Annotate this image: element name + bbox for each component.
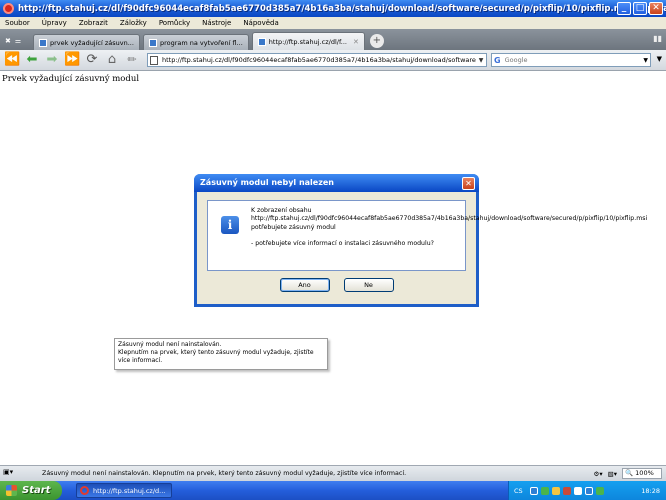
tooltip-line: Klepnutím na prvek, který tento zásuvný … [118,349,314,356]
page-icon [39,38,47,47]
chevron-down-icon[interactable]: ▼ [643,57,648,64]
taskbar: Start http://ftp.stahuj.cz/d... CS 18:28 [0,481,666,500]
maximize-button[interactable]: □ [633,2,647,15]
tools-icon[interactable]: ✖ [5,37,11,45]
tab-close-icon[interactable]: ✕ [353,38,359,46]
view-icon[interactable]: ▧▾ [608,470,617,478]
zoom-value: 100% [635,469,654,477]
search-field[interactable]: G ▼ [491,53,651,67]
chevron-down-icon[interactable]: ▼ [476,57,486,64]
menu-napoveda[interactable]: Nápověda [243,19,278,27]
network-icon[interactable] [529,486,538,495]
window-titlebar: http://ftp.stahuj.cz/dl/f90dfc96044ecaf8… [0,0,666,17]
tab-bar: ✖ ⚌ prvek vyžadující zásuvn... program n… [0,29,666,50]
info-icon: i [221,216,239,234]
start-label: Start [22,485,51,496]
tab-label: http://ftp.stahuj.cz/dl/f... [268,37,347,46]
tab-download[interactable]: http://ftp.stahuj.cz/dl/f... ✕ [251,32,365,50]
dialog-title: Zásuvný modul nebyl nalezen [200,178,334,187]
status-controls: ⚙▾ ▧▾ 🔍 100% [594,468,662,479]
menu-upravy[interactable]: Úpravy [42,19,67,27]
opera-icon [80,486,89,495]
menu-zobrazit[interactable]: Zobrazit [79,19,108,27]
google-icon[interactable]: G [494,56,501,65]
edit-icon[interactable]: ✏ [124,52,140,68]
dialog-buttons: Ano Ne [197,278,476,292]
reload-icon[interactable]: ⟳ [84,52,100,68]
menu-pomucky[interactable]: Pomůcky [159,19,190,27]
fast-forward-icon[interactable]: ⏩ [64,52,80,68]
dialog-message: K zobrazení obsahu http://ftp.stahuj.cz/… [251,207,648,249]
dialog-titlebar: Zásuvný modul nebyl nalezen ✕ [194,174,479,192]
language-indicator[interactable]: CS [514,487,523,495]
page-icon [148,38,157,47]
tooltip-line: více informací. [118,357,163,364]
toolbar-scroll-icon[interactable]: ▼ [657,55,662,63]
taskbar-item-opera[interactable]: http://ftp.stahuj.cz/d... [76,483,172,498]
tab-scroll-icon[interactable]: ▮▮ [653,34,662,43]
search-input[interactable] [504,56,635,64]
no-button[interactable]: Ne [343,278,394,292]
menu-nastroje[interactable]: Nástroje [202,19,231,27]
windows-logo-icon [6,485,17,496]
dialog-body: i K zobrazení obsahu http://ftp.stahuj.c… [207,200,648,271]
page-icon [150,55,158,65]
clock[interactable]: 18:28 [641,487,660,495]
window-controls: _ □ ✕ [617,2,663,15]
status-bar: ▣▾ Zásuvný modul není nainstalován. Klep… [0,465,666,481]
page-icon [257,37,266,46]
tab-label: prvek vyžadující zásuvn... [50,38,134,47]
url-text[interactable]: http://ftp.stahuj.cz/dl/f90dfc96044ecaf8… [162,56,476,64]
status-text: Zásuvný modul není nainstalován. Klepnut… [42,470,407,477]
menu-bar: Soubor Úpravy Zobrazit Záložky Pomůcky N… [0,17,666,29]
close-button[interactable]: ✕ [649,2,663,15]
tooltip-line: Zásuvný modul není nainstalován. [118,341,222,348]
update-icon[interactable] [551,486,560,495]
bluetooth-icon[interactable] [584,486,593,495]
address-toolbar: ⏪ ⬅ ➡ ⏩ ⟳ ⌂ ✏ http://ftp.stahuj.cz/dl/f9… [0,50,666,71]
dialog-message-text: K zobrazení obsahu http://ftp.stahuj.cz/… [251,207,648,231]
volume-icon[interactable] [573,486,582,495]
messenger-icon[interactable] [595,486,604,495]
zoom-control[interactable]: 🔍 100% [622,468,662,479]
tab-program[interactable]: program na vytvoření fl... [142,34,249,50]
panel-toggle-icon[interactable]: ▣▾ [3,468,23,480]
tab-tools: ✖ ⚌ [3,32,33,50]
minimize-button[interactable]: _ [617,2,631,15]
new-tab-button[interactable]: + [369,34,384,48]
rewind-icon[interactable]: ⏪ [4,52,20,68]
tab-prvek[interactable]: prvek vyžadující zásuvn... [33,34,140,50]
plugin-dialog: Zásuvný modul nebyl nalezen ✕ i K zobraz… [194,174,648,307]
forward-icon[interactable]: ➡ [44,52,60,68]
plugin-tooltip: Zásuvný modul není nainstalován. Klepnut… [114,338,328,370]
dialog-close-icon[interactable]: ✕ [462,177,475,190]
page-heading: Prvek vyžadující zásuvný modul [2,74,140,84]
antivirus-icon[interactable] [562,486,571,495]
menu-zalozky[interactable]: Záložky [120,19,147,27]
taskbar-item-label: http://ftp.stahuj.cz/d... [93,486,166,495]
yes-button[interactable]: Ano [279,278,330,292]
trash-icon[interactable]: ⚌ [15,37,21,45]
system-tray: CS 18:28 [508,481,666,500]
window-title: http://ftp.stahuj.cz/dl/f90dfc96044ecaf8… [17,3,666,14]
address-field[interactable]: http://ftp.stahuj.cz/dl/f90dfc96044ecaf8… [147,53,487,67]
home-icon[interactable]: ⌂ [104,52,120,68]
security-icon[interactable] [540,486,549,495]
start-button[interactable]: Start [0,481,62,500]
turbo-icon[interactable]: ⚙▾ [594,470,603,478]
menu-soubor[interactable]: Soubor [5,19,30,27]
zoom-icon: 🔍 [625,469,634,477]
back-icon[interactable]: ⬅ [24,52,40,68]
tab-label: program na vytvoření fl... [159,38,243,47]
opera-icon [3,3,14,14]
dialog-question: - potřebujete více informací o instalaci… [251,240,434,248]
